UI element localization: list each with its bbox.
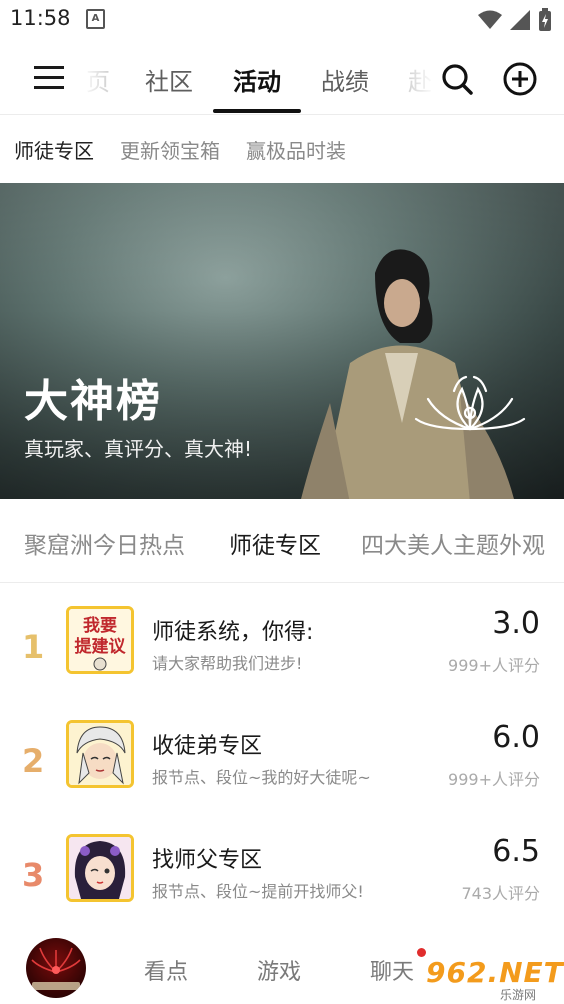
- list-item[interactable]: 1 我要 提建议 师徒系统，你得: 请大家帮助我们进步! 3.0 999+人评分: [0, 598, 564, 712]
- add-icon[interactable]: [502, 61, 538, 97]
- item-rating-count: 999+人评分: [448, 656, 540, 675]
- nav-chat[interactable]: 聊天: [370, 954, 414, 986]
- flower-emblem-icon: [414, 375, 526, 431]
- system-icons: [478, 8, 552, 32]
- menu-icon[interactable]: [34, 62, 66, 94]
- tabs-fade-right: [402, 46, 438, 114]
- item-score: 3.0: [492, 606, 540, 641]
- item-desc: 报节点、段位~提前开找师父!: [152, 882, 364, 901]
- master-thumbnail: [66, 834, 134, 902]
- top-tabs: 页 社区 活动 战绩 赴: [78, 46, 438, 114]
- bottom-nav: 看点 游戏 聊天 962.NET 乐游网: [0, 934, 564, 1004]
- banner[interactable]: 大神榜 真玩家、真评分、真大神!: [0, 183, 564, 499]
- suggestion-thumbnail: 我要 提建议: [66, 606, 134, 674]
- subtab-update-chest[interactable]: 更新领宝箱: [120, 135, 220, 164]
- watermark-sub: 乐游网: [500, 988, 537, 1002]
- tab-activity[interactable]: 活动: [233, 62, 281, 97]
- top-nav: 页 社区 活动 战绩 赴: [0, 46, 564, 115]
- notification-icon: A: [86, 9, 105, 29]
- thumb-text-line1: 我要: [83, 616, 117, 636]
- nav-games[interactable]: 游戏: [257, 954, 301, 986]
- item-title: 师徒系统，你得:: [152, 620, 314, 645]
- battery-icon: [539, 8, 551, 31]
- nav-highlights[interactable]: 看点: [144, 954, 188, 986]
- tabs-fade-left: [78, 46, 114, 114]
- signal-icon: [510, 10, 530, 30]
- subtab-mentor[interactable]: 师徒专区: [14, 135, 94, 164]
- item-title: 找师父专区: [152, 848, 263, 873]
- item-title: 收徒弟专区: [152, 734, 263, 759]
- list-item[interactable]: 2 收徒弟专区 报节点、段位~我的好大徒呢~ 6.0 999+人评分: [0, 712, 564, 826]
- search-icon[interactable]: [440, 62, 474, 96]
- sub-tabs: 师徒专区 更新领宝箱 赢极品时装: [0, 115, 564, 183]
- unread-badge: [417, 948, 426, 957]
- status-time: 11:58: [10, 6, 71, 30]
- rank-number: 2: [22, 742, 45, 780]
- subtab-outfit[interactable]: 赢极品时装: [246, 135, 346, 164]
- banner-subtitle: 真玩家、真评分、真大神!: [24, 437, 253, 461]
- active-tab-indicator: [213, 109, 301, 113]
- banner-title: 大神榜: [24, 376, 162, 427]
- watermark-main: 962.NET: [426, 956, 564, 989]
- cattab-hot-today[interactable]: 聚窟洲今日热点: [24, 526, 185, 560]
- category-tabs: 聚窟洲今日热点 师徒专区 四大美人主题外观: [0, 500, 564, 583]
- item-score: 6.0: [492, 720, 540, 755]
- site-watermark: 962.NET 乐游网: [426, 956, 563, 1002]
- item-desc: 请大家帮助我们进步!: [152, 654, 303, 673]
- tab-community[interactable]: 社区: [145, 62, 193, 97]
- status-bar: 11:58 A: [0, 0, 564, 38]
- game-logo-avatar[interactable]: [26, 938, 86, 998]
- list-item[interactable]: 3 找师父专区 报节点、段位~提前开找师父! 6.5 743人评分: [0, 826, 564, 940]
- disciple-thumbnail: [66, 720, 134, 788]
- item-rating-count: 999+人评分: [448, 770, 540, 789]
- wifi-icon: [478, 10, 502, 29]
- rank-number: 3: [22, 856, 45, 894]
- cattab-beauty-theme[interactable]: 四大美人主题外观: [361, 526, 545, 560]
- rank-number: 1: [22, 628, 45, 666]
- thumb-text-line2: 提建议: [75, 636, 127, 657]
- item-desc: 报节点、段位~我的好大徒呢~: [152, 768, 371, 787]
- cattab-mentor[interactable]: 师徒专区: [229, 526, 321, 560]
- item-score: 6.5: [492, 834, 540, 869]
- tab-record[interactable]: 战绩: [321, 62, 369, 97]
- item-rating-count: 743人评分: [461, 884, 540, 903]
